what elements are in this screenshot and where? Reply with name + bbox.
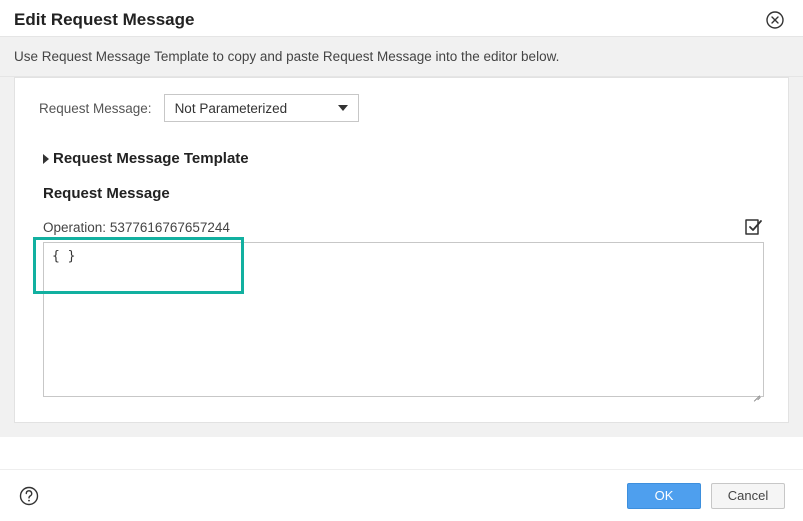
parameter-row: Request Message: Not Parameterized [35,94,768,122]
parameter-select[interactable]: Not Parameterized [164,94,359,122]
request-message-section-title: Request Message [43,185,768,202]
dialog-footer: OK Cancel [0,469,803,521]
operation-text: Operation: 5377616767657244 [43,220,230,235]
help-icon [19,486,39,506]
ok-button[interactable]: OK [627,483,701,509]
operation-label: Operation: [43,220,106,235]
operation-value: 5377616767657244 [110,220,230,235]
edit-request-message-dialog: Edit Request Message Use Request Message… [0,0,803,521]
chevron-down-icon [338,105,348,111]
parameter-select-value: Not Parameterized [175,101,288,116]
validate-button[interactable] [742,216,764,238]
caret-right-icon [43,154,49,164]
dialog-header: Edit Request Message [0,0,803,36]
dialog-title: Edit Request Message [14,10,194,30]
cancel-button[interactable]: Cancel [711,483,785,509]
checkmark-box-icon [743,217,763,237]
dialog-content: Request Message: Not Parameterized Reque… [0,77,803,437]
request-message-editor[interactable] [43,242,764,397]
editor-wrap [43,242,764,402]
close-button[interactable] [765,10,785,30]
footer-buttons: OK Cancel [627,483,785,509]
template-header-label: Request Message Template [53,150,249,167]
instruction-text: Use Request Message Template to copy and… [0,36,803,77]
request-message-template-toggle[interactable]: Request Message Template [35,150,768,167]
content-panel: Request Message: Not Parameterized Reque… [14,77,789,423]
help-button[interactable] [18,485,40,507]
operation-row: Operation: 5377616767657244 [35,216,768,242]
close-icon [766,11,784,29]
request-message-label: Request Message: [39,101,152,116]
